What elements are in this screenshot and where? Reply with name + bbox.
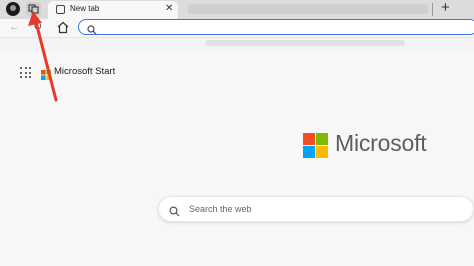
- web-search-box[interactable]: Search the web: [158, 196, 474, 222]
- search-icon: [87, 22, 97, 35]
- favorites-bar: [0, 38, 474, 50]
- tab-divider: [432, 3, 433, 16]
- microsoft-wordmark: Microsoft: [335, 130, 427, 156]
- refresh-icon[interactable]: ↻: [33, 19, 42, 36]
- tab-title: New tab: [70, 4, 100, 13]
- profile-icon[interactable]: [6, 2, 20, 16]
- microsoft-small-logo: [41, 67, 51, 80]
- toolbar: ← ↻: [0, 19, 474, 37]
- microsoft-start-link[interactable]: Microsoft Start: [54, 66, 115, 77]
- microsoft-logo: [303, 133, 328, 158]
- search-placeholder: Search the web: [189, 204, 252, 214]
- search-icon: [169, 204, 180, 217]
- home-icon[interactable]: [56, 21, 70, 34]
- tab-new-tab[interactable]: New tab ✕: [48, 1, 178, 19]
- new-tab-icon[interactable]: +: [441, 0, 450, 17]
- workspaces-icon[interactable]: [26, 2, 41, 16]
- back-icon[interactable]: ←: [9, 19, 20, 36]
- tab-page-icon: [56, 5, 65, 14]
- address-bar[interactable]: [78, 19, 474, 35]
- close-icon[interactable]: ✕: [165, 2, 173, 16]
- favorites-blurred[interactable]: [205, 40, 405, 46]
- apps-grid-icon[interactable]: [20, 67, 32, 79]
- tab-strip: New tab ✕ +: [0, 0, 474, 19]
- tab-blurred[interactable]: [188, 4, 428, 14]
